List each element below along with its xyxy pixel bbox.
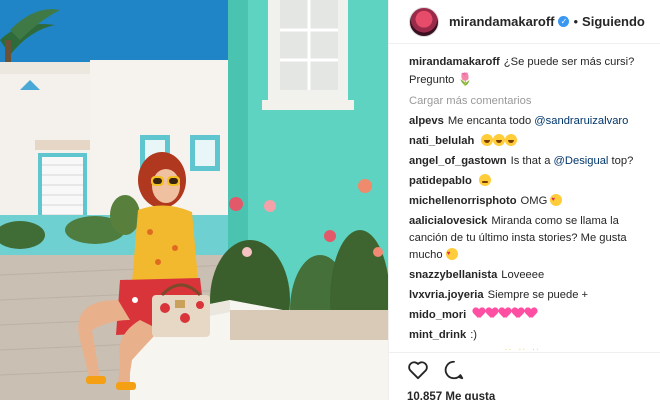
- comment-item: alpevs Me encanta todo @sandraruizalvaro: [409, 113, 650, 130]
- comment-item: mido_mori: [409, 307, 650, 324]
- header-username[interactable]: mirandamakaroff: [449, 14, 554, 29]
- comment-text: Me encanta todo: [447, 115, 535, 127]
- comment-text: top?: [608, 155, 634, 167]
- comment-text: Siempre se puede +: [487, 289, 589, 301]
- tulip-emoji-icon: 🌷: [457, 72, 473, 86]
- comment-username[interactable]: michaeladartois: [409, 349, 494, 350]
- action-icons: [407, 359, 660, 386]
- comment-username[interactable]: alpevs: [409, 115, 444, 127]
- comment-username[interactable]: aalicialovesick: [409, 215, 487, 227]
- comment-item: aalicialovesick Miranda como se llama la …: [409, 213, 650, 264]
- post-actions: 10.857 Me gusta: [389, 352, 660, 400]
- photo-scene: [0, 0, 388, 400]
- pink-heart-emoji-icon: [473, 308, 485, 319]
- comment-item: lvxvria.joyeria Siempre se puede +: [409, 287, 650, 304]
- comment-text: Is that a: [510, 155, 554, 167]
- laughing-emoji-icon: [505, 134, 518, 146]
- comment-username[interactable]: snazzybellanista: [409, 269, 497, 281]
- comment-text: Loveeee: [501, 269, 545, 281]
- comment-username[interactable]: mido_mori: [409, 309, 466, 321]
- laughing-emoji-icon: [493, 134, 506, 146]
- comment-username[interactable]: michellenorrisphoto: [409, 195, 517, 207]
- comment-item: patidepablo: [409, 173, 650, 190]
- comment-username[interactable]: lvxvria.joyeria: [409, 289, 484, 301]
- comment-username[interactable]: nati_belulah: [409, 135, 474, 147]
- post-photo[interactable]: [0, 0, 388, 400]
- comment-item: nati_belulah: [409, 133, 650, 150]
- mention-link[interactable]: @sandraruizalvaro: [534, 115, 628, 127]
- heart-eyes-emoji-icon: [550, 192, 563, 209]
- pink-heart-emoji-icon: [512, 308, 524, 319]
- post-caption: mirandamakaroff ¿Se puede ser más cursi? …: [409, 54, 650, 89]
- post-header: mirandamakaroff ✓ • Siguiendo: [389, 0, 660, 44]
- comment-item: snazzybellanista Loveeee: [409, 267, 650, 284]
- comment-text: OMG: [520, 195, 551, 207]
- following-button[interactable]: Siguiendo: [582, 14, 645, 29]
- comment-item: mint_drink:): [409, 327, 650, 344]
- sparkles-emoji-icon: ✨✨✨: [501, 349, 542, 350]
- separator-dot: •: [573, 14, 579, 29]
- laughing-emoji-icon: [481, 134, 494, 146]
- pink-heart-emoji-icon: [486, 308, 498, 319]
- heart-outline-icon[interactable]: [407, 360, 429, 385]
- caption-username[interactable]: mirandamakaroff: [409, 56, 500, 68]
- avatar[interactable]: [409, 6, 439, 37]
- comment-item: michellenorrisphoto OMG: [409, 192, 650, 210]
- winking-emoji-icon: [478, 174, 491, 186]
- pink-heart-emoji-icon: [525, 308, 537, 319]
- mention-link[interactable]: @Desigual: [554, 155, 609, 167]
- comment-text: :): [470, 329, 478, 341]
- comment-username[interactable]: angel_of_gastown: [409, 155, 507, 167]
- comment-username[interactable]: patidepablo: [409, 175, 472, 187]
- comment-username[interactable]: mint_drink: [409, 329, 466, 341]
- comment-bubble-icon[interactable]: [443, 359, 465, 386]
- pink-heart-emoji-icon: [499, 308, 511, 319]
- post-side-panel: mirandamakaroff ✓ • Siguiendo mirandamak…: [388, 0, 660, 400]
- comment-item: angel_of_gastown Is that a @Desigual top?: [409, 153, 650, 170]
- heart-eyes-emoji-icon: [445, 246, 458, 263]
- comment-item: michaeladartois ✨✨✨: [409, 347, 650, 350]
- comments-list[interactable]: mirandamakaroff ¿Se puede ser más cursi? …: [389, 44, 660, 350]
- verified-badge-icon: ✓: [558, 16, 570, 27]
- likes-count[interactable]: 10.857 Me gusta: [407, 391, 660, 400]
- load-more-comments-link[interactable]: Cargar más comentarios: [409, 95, 650, 107]
